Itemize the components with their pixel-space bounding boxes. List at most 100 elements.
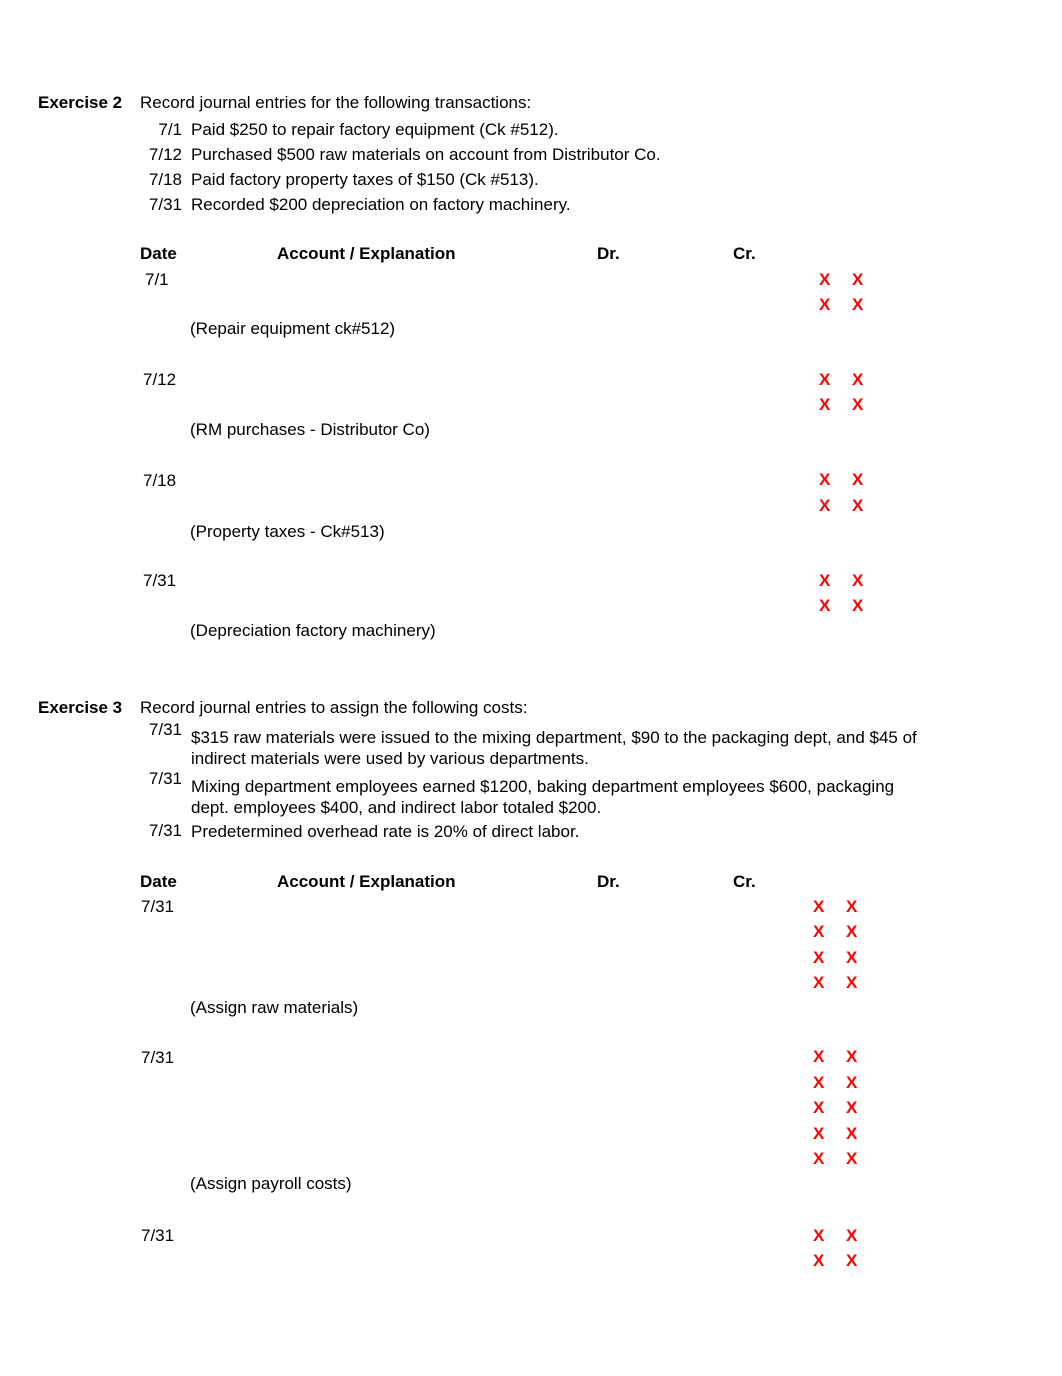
transaction-item: 7/31 $315 raw materials were issued to t… bbox=[140, 720, 930, 768]
marker-cr-icon: X bbox=[846, 897, 858, 916]
transaction-text: Purchased $500 raw materials on account … bbox=[191, 145, 661, 164]
marker-dr-icon: X bbox=[813, 922, 825, 941]
marker-dr-icon: X bbox=[813, 973, 825, 992]
journal-header-date: Date bbox=[140, 872, 177, 891]
journal-entry-explanation: (Assign payroll costs) bbox=[190, 1174, 352, 1193]
journal-marker-row: XX bbox=[813, 1099, 879, 1117]
marker-cr-icon: X bbox=[852, 270, 864, 289]
marker-cr-icon: X bbox=[846, 1226, 858, 1245]
exercise-3-intro: Record journal entries to assign the fol… bbox=[140, 698, 528, 717]
marker-dr-icon: X bbox=[819, 295, 831, 314]
journal-header-cr: Cr. bbox=[733, 872, 756, 891]
journal-marker-row: XX bbox=[813, 898, 879, 916]
marker-cr-icon: X bbox=[846, 973, 858, 992]
journal-entry-date: 7/31 bbox=[141, 1048, 175, 1067]
journal-marker-row: XX bbox=[813, 1125, 879, 1143]
marker-cr-icon: X bbox=[852, 571, 864, 590]
journal-entry-explanation: (Assign raw materials) bbox=[190, 998, 359, 1017]
transaction-date: 7/31 bbox=[148, 821, 182, 840]
transaction-date: 7/31 bbox=[148, 769, 182, 788]
journal-header-date: Date bbox=[140, 244, 177, 263]
transaction-date: 7/12 bbox=[148, 145, 182, 164]
marker-cr-icon: X bbox=[846, 922, 858, 941]
journal-marker-row: XX bbox=[813, 974, 879, 992]
journal-marker-row: XX bbox=[813, 1074, 879, 1092]
transaction-item: 7/18 Paid factory property taxes of $150… bbox=[140, 167, 940, 192]
marker-dr-icon: X bbox=[813, 1149, 825, 1168]
journal-marker-row: XX bbox=[813, 923, 879, 941]
marker-cr-icon: X bbox=[852, 370, 864, 389]
marker-cr-icon: X bbox=[846, 1251, 858, 1270]
journal-header-account: Account / Explanation bbox=[277, 244, 456, 263]
journal-marker-row: XX bbox=[819, 597, 885, 615]
marker-dr-icon: X bbox=[813, 1073, 825, 1092]
marker-cr-icon: X bbox=[846, 1124, 858, 1143]
marker-dr-icon: X bbox=[819, 270, 831, 289]
marker-cr-icon: X bbox=[852, 395, 864, 414]
journal-marker-row: XX bbox=[819, 296, 885, 314]
marker-cr-icon: X bbox=[846, 1149, 858, 1168]
marker-cr-icon: X bbox=[846, 1047, 858, 1066]
journal-header-account: Account / Explanation bbox=[277, 872, 456, 891]
marker-dr-icon: X bbox=[813, 1098, 825, 1117]
journal-marker-row: XX bbox=[813, 1252, 879, 1270]
marker-dr-icon: X bbox=[813, 1226, 825, 1245]
marker-dr-icon: X bbox=[819, 470, 831, 489]
marker-dr-icon: X bbox=[813, 1251, 825, 1270]
transaction-item: 7/1 Paid $250 to repair factory equipmen… bbox=[140, 117, 940, 142]
transaction-text: Predetermined overhead rate is 20% of di… bbox=[191, 822, 580, 841]
transaction-text: Paid $250 to repair factory equipment (C… bbox=[191, 120, 559, 139]
transaction-text: Mixing department employees earned $1200… bbox=[191, 777, 895, 817]
marker-dr-icon: X bbox=[819, 395, 831, 414]
journal-entry-date: 7/12 bbox=[143, 370, 177, 389]
marker-cr-icon: X bbox=[852, 295, 864, 314]
journal-entry-explanation: (Depreciation factory machinery) bbox=[190, 621, 436, 640]
transaction-date: 7/31 bbox=[148, 720, 182, 739]
transaction-text: Recorded $200 depreciation on factory ma… bbox=[191, 195, 571, 214]
document-page: Exercise 2 Record journal entries for th… bbox=[0, 0, 1062, 1376]
journal-entry-explanation: (Property taxes - Ck#513) bbox=[190, 522, 385, 541]
transaction-date: 7/31 bbox=[148, 195, 182, 214]
marker-dr-icon: X bbox=[813, 1047, 825, 1066]
journal-entry-explanation: (RM purchases - Distributor Co) bbox=[190, 420, 430, 439]
journal-entry-date: 7/31 bbox=[141, 897, 175, 916]
transaction-item: 7/12 Purchased $500 raw materials on acc… bbox=[140, 142, 940, 167]
journal-marker-row: XX bbox=[813, 1048, 879, 1066]
marker-cr-icon: X bbox=[852, 496, 864, 515]
transaction-item: 7/31 Recorded $200 depreciation on facto… bbox=[140, 192, 940, 217]
transaction-item: 7/31 Mixing department employees earned … bbox=[140, 769, 930, 817]
marker-cr-icon: X bbox=[852, 470, 864, 489]
transaction-date: 7/18 bbox=[148, 170, 182, 189]
journal-entry-date: 7/31 bbox=[141, 1226, 175, 1245]
journal-header-cr: Cr. bbox=[733, 244, 756, 263]
transaction-date: 7/1 bbox=[158, 120, 182, 139]
transaction-text: Paid factory property taxes of $150 (Ck … bbox=[191, 170, 539, 189]
marker-cr-icon: X bbox=[846, 1098, 858, 1117]
exercise-2-label: Exercise 2 bbox=[38, 93, 123, 112]
exercise-2-intro: Record journal entries for the following… bbox=[140, 93, 532, 112]
marker-dr-icon: X bbox=[813, 948, 825, 967]
transaction-item: 7/31 Predetermined overhead rate is 20% … bbox=[140, 821, 930, 845]
transaction-text: $315 raw materials were issued to the mi… bbox=[191, 728, 917, 768]
journal-marker-row: XX bbox=[813, 1227, 879, 1245]
marker-dr-icon: X bbox=[813, 1124, 825, 1143]
journal-marker-row: XX bbox=[819, 271, 885, 289]
journal-marker-row: XX bbox=[819, 572, 885, 590]
journal-marker-row: XX bbox=[819, 396, 885, 414]
journal-marker-row: XX bbox=[813, 949, 879, 967]
journal-entry-date: 7/18 bbox=[143, 471, 177, 490]
journal-entry-date: 7/1 bbox=[145, 270, 169, 289]
journal-entry-date: 7/31 bbox=[143, 571, 177, 590]
journal-entry-explanation: (Repair equipment ck#512) bbox=[190, 319, 396, 338]
journal-header-dr: Dr. bbox=[597, 872, 620, 891]
marker-dr-icon: X bbox=[819, 596, 831, 615]
marker-dr-icon: X bbox=[813, 897, 825, 916]
marker-dr-icon: X bbox=[819, 571, 831, 590]
marker-dr-icon: X bbox=[819, 370, 831, 389]
exercise-3-label: Exercise 3 bbox=[38, 698, 123, 717]
journal-marker-row: XX bbox=[813, 1150, 879, 1168]
marker-dr-icon: X bbox=[819, 496, 831, 515]
marker-cr-icon: X bbox=[852, 596, 864, 615]
journal-marker-row: XX bbox=[819, 471, 885, 489]
marker-cr-icon: X bbox=[846, 1073, 858, 1092]
